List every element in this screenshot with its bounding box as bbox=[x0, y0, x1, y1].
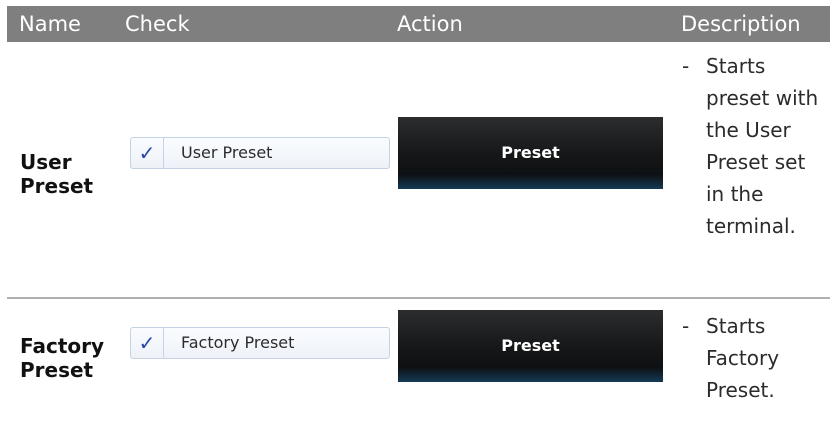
description-bullet: - bbox=[682, 314, 690, 338]
checkmark-icon: ✓ bbox=[131, 328, 164, 358]
row-description: - Starts Factory Preset. bbox=[682, 310, 822, 406]
description-text: Starts preset with the User Preset set i… bbox=[706, 54, 819, 238]
row-divider bbox=[7, 297, 830, 299]
column-header-check: Check bbox=[125, 12, 190, 36]
column-header-action: Action bbox=[397, 12, 463, 36]
description-text: Starts Factory Preset. bbox=[706, 314, 780, 402]
table-header: Name Check Action Description bbox=[7, 6, 830, 42]
checkbox-label: Factory Preset bbox=[181, 333, 295, 352]
factory-preset-button[interactable]: Preset bbox=[398, 310, 663, 382]
column-header-name: Name bbox=[19, 12, 81, 36]
column-header-description: Description bbox=[681, 12, 801, 36]
user-preset-checkbox[interactable]: ✓ User Preset bbox=[130, 137, 390, 169]
checkbox-label: User Preset bbox=[181, 143, 273, 162]
description-bullet: - bbox=[682, 54, 690, 78]
user-preset-button[interactable]: Preset bbox=[398, 117, 663, 189]
row-name: Factory Preset bbox=[20, 334, 105, 382]
checkmark-icon: ✓ bbox=[131, 138, 164, 168]
row-description: - Starts preset with the User Preset set… bbox=[682, 50, 822, 242]
row-name: User Preset bbox=[20, 150, 94, 198]
factory-preset-checkbox[interactable]: ✓ Factory Preset bbox=[130, 327, 390, 359]
